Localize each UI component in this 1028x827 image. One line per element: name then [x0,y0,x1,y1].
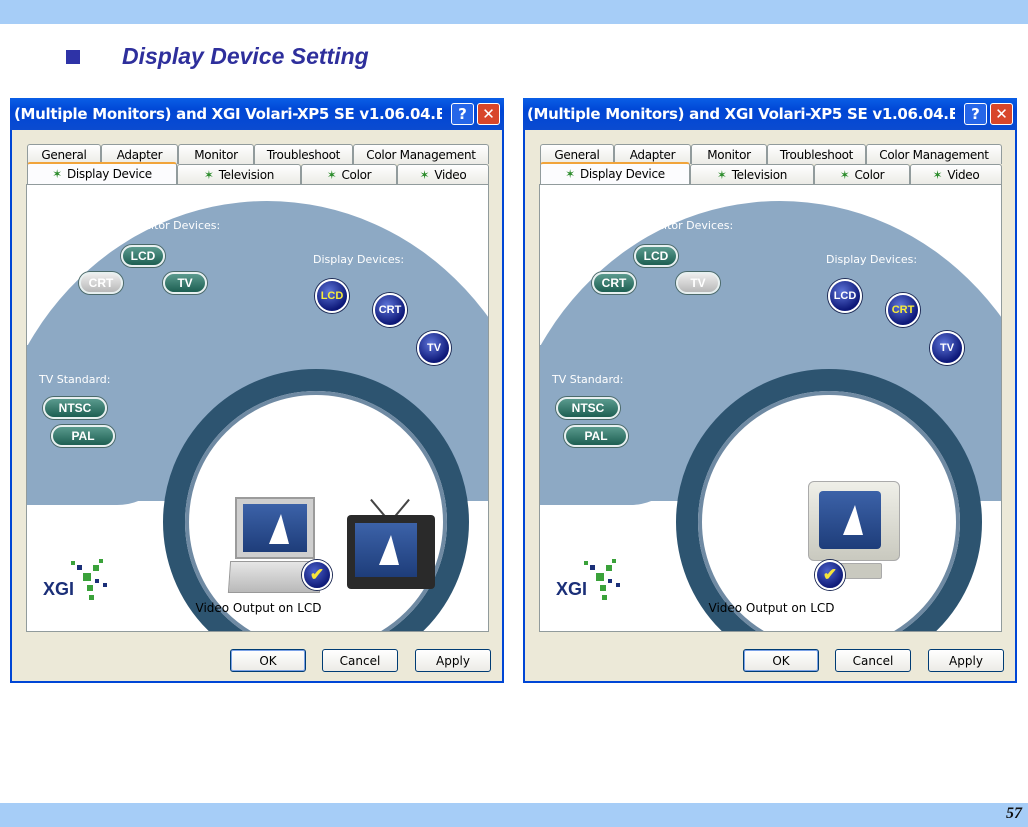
tv-standard-ntsc-button[interactable]: NTSC [43,397,107,419]
display-device-tv-button[interactable]: TV [930,331,964,365]
tab-adapter[interactable]: Adapter [101,144,178,164]
checkmark-icon[interactable]: ✔ [302,560,332,590]
tab-label: Display Device [66,167,152,181]
tab-label: Video [434,167,467,182]
close-button[interactable]: ✕ [477,103,500,125]
tab-label: Color [854,167,885,182]
multi-monitor-tv-button[interactable]: TV [676,272,720,294]
help-button[interactable]: ? [964,103,987,125]
tv-standard-label: TV Standard: [552,373,624,386]
cancel-button[interactable]: Cancel [322,649,398,672]
display-device-crt-button[interactable]: CRT [886,293,920,327]
page-number: 57 [1006,805,1022,822]
tab-monitor[interactable]: Monitor [691,144,767,164]
tab-monitor[interactable]: Monitor [178,144,254,164]
help-button[interactable]: ? [451,103,474,125]
tab-row-1: General Adapter Monitor Troubleshoot Col… [540,144,1002,164]
ok-button[interactable]: OK [743,649,819,672]
tab-row-1: General Adapter Monitor Troubleshoot Col… [27,144,489,164]
xgi-tab-icon: ✶ [419,167,430,182]
xgi-tab-icon: ✶ [932,167,943,182]
multi-monitor-crt-button[interactable]: CRT [79,272,123,294]
apply-button[interactable]: Apply [415,649,491,672]
titlebar[interactable]: (Multiple Monitors) and XGI Volari-XP5 S… [10,98,504,130]
multi-monitor-lcd-button[interactable]: LCD [121,245,165,267]
xgi-logo-text: XGI [43,579,75,599]
display-device-crt-button[interactable]: CRT [373,293,407,327]
xgi-tab-icon: ✶ [565,167,575,181]
tab-troubleshoot[interactable]: Troubleshoot [254,144,353,164]
multi-monitor-lcd-button[interactable]: LCD [634,245,678,267]
tab-row-2: ✶ Display Device ✶ Television ✶ Color ✶ Vide… [540,162,1002,184]
tab-television[interactable]: ✶ Television [177,164,301,184]
tv-image [347,497,437,595]
slide-heading: Display Device Setting [66,43,369,70]
tv-standard-pal-button[interactable]: PAL [564,425,628,447]
xgi-tab-icon: ✶ [839,167,850,182]
xgi-tab-icon: ✶ [326,167,337,182]
display-device-lcd-button[interactable]: LCD [828,279,862,313]
tab-label: Video [947,167,980,182]
slide-top-band [0,0,1028,24]
tab-color[interactable]: ✶ Color [814,164,910,184]
window-title: (Multiple Monitors) and XGI Volari-XP5 S… [14,105,442,123]
tv-standard-pal-button[interactable]: PAL [51,425,115,447]
tab-adapter[interactable]: Adapter [614,144,691,164]
checkmark-icon[interactable]: ✔ [815,560,845,590]
display-devices-label: Display Devices: [313,253,405,266]
tab-label: Television [218,167,275,182]
titlebar[interactable]: (Multiple Monitors) and XGI Volari-XP5 S… [523,98,1017,130]
tab-display-device[interactable]: ✶ Display Device [540,162,690,184]
display-properties-dialog-left: (Multiple Monitors) and XGI Volari-XP5 S… [10,98,504,683]
tab-color[interactable]: ✶ Color [301,164,397,184]
xgi-logo-text: XGI [556,579,588,599]
tv-standard-label: TV Standard: [39,373,111,386]
square-bullet-icon [66,49,80,64]
multi-monitor-label: Multi-Monitor Devices: [97,219,221,232]
slide-title: Display Device Setting [122,43,369,69]
tab-label: Television [731,167,788,182]
tv-standard-ntsc-button[interactable]: NTSC [556,397,620,419]
tab-color-management[interactable]: Color Management [866,144,1002,164]
cancel-button[interactable]: Cancel [835,649,911,672]
tab-video[interactable]: ✶ Video [397,164,489,184]
multi-monitor-tv-button[interactable]: TV [163,272,207,294]
tab-label: Display Device [579,167,665,181]
window-title: (Multiple Monitors) and XGI Volari-XP5 S… [527,105,955,123]
xgi-tab-icon: ✶ [203,167,214,182]
xgi-tab-icon: ✶ [716,167,727,182]
tab-label: Color [341,167,372,182]
tab-troubleshoot[interactable]: Troubleshoot [767,144,866,164]
xgi-logo: XGI [556,555,636,615]
display-device-panel: Multi-Monitor Devices: Display Devices: … [26,184,489,632]
tab-general[interactable]: General [540,144,614,164]
tab-color-management[interactable]: Color Management [353,144,489,164]
close-button[interactable]: ✕ [990,103,1013,125]
tab-display-device[interactable]: ✶ Display Device [27,162,177,184]
display-device-lcd-button[interactable]: LCD [315,279,349,313]
xgi-logo: XGI [43,555,123,615]
multi-monitor-crt-button[interactable]: CRT [592,272,636,294]
display-device-tv-button[interactable]: TV [417,331,451,365]
display-properties-dialog-right: (Multiple Monitors) and XGI Volari-XP5 S… [523,98,1017,683]
display-devices-label: Display Devices: [826,253,918,266]
slide-bottom-band: 57 [0,803,1028,827]
apply-button[interactable]: Apply [928,649,1004,672]
multi-monitor-label: Multi-Monitor Devices: [610,219,734,232]
tab-television[interactable]: ✶ Television [690,164,814,184]
tab-general[interactable]: General [27,144,101,164]
display-device-panel: Multi-Monitor Devices: Display Devices: … [539,184,1002,632]
ok-button[interactable]: OK [230,649,306,672]
xgi-tab-icon: ✶ [52,167,62,181]
tab-row-2: ✶ Display Device ✶ Television ✶ Color ✶ Vide… [27,162,489,184]
tab-video[interactable]: ✶ Video [910,164,1002,184]
